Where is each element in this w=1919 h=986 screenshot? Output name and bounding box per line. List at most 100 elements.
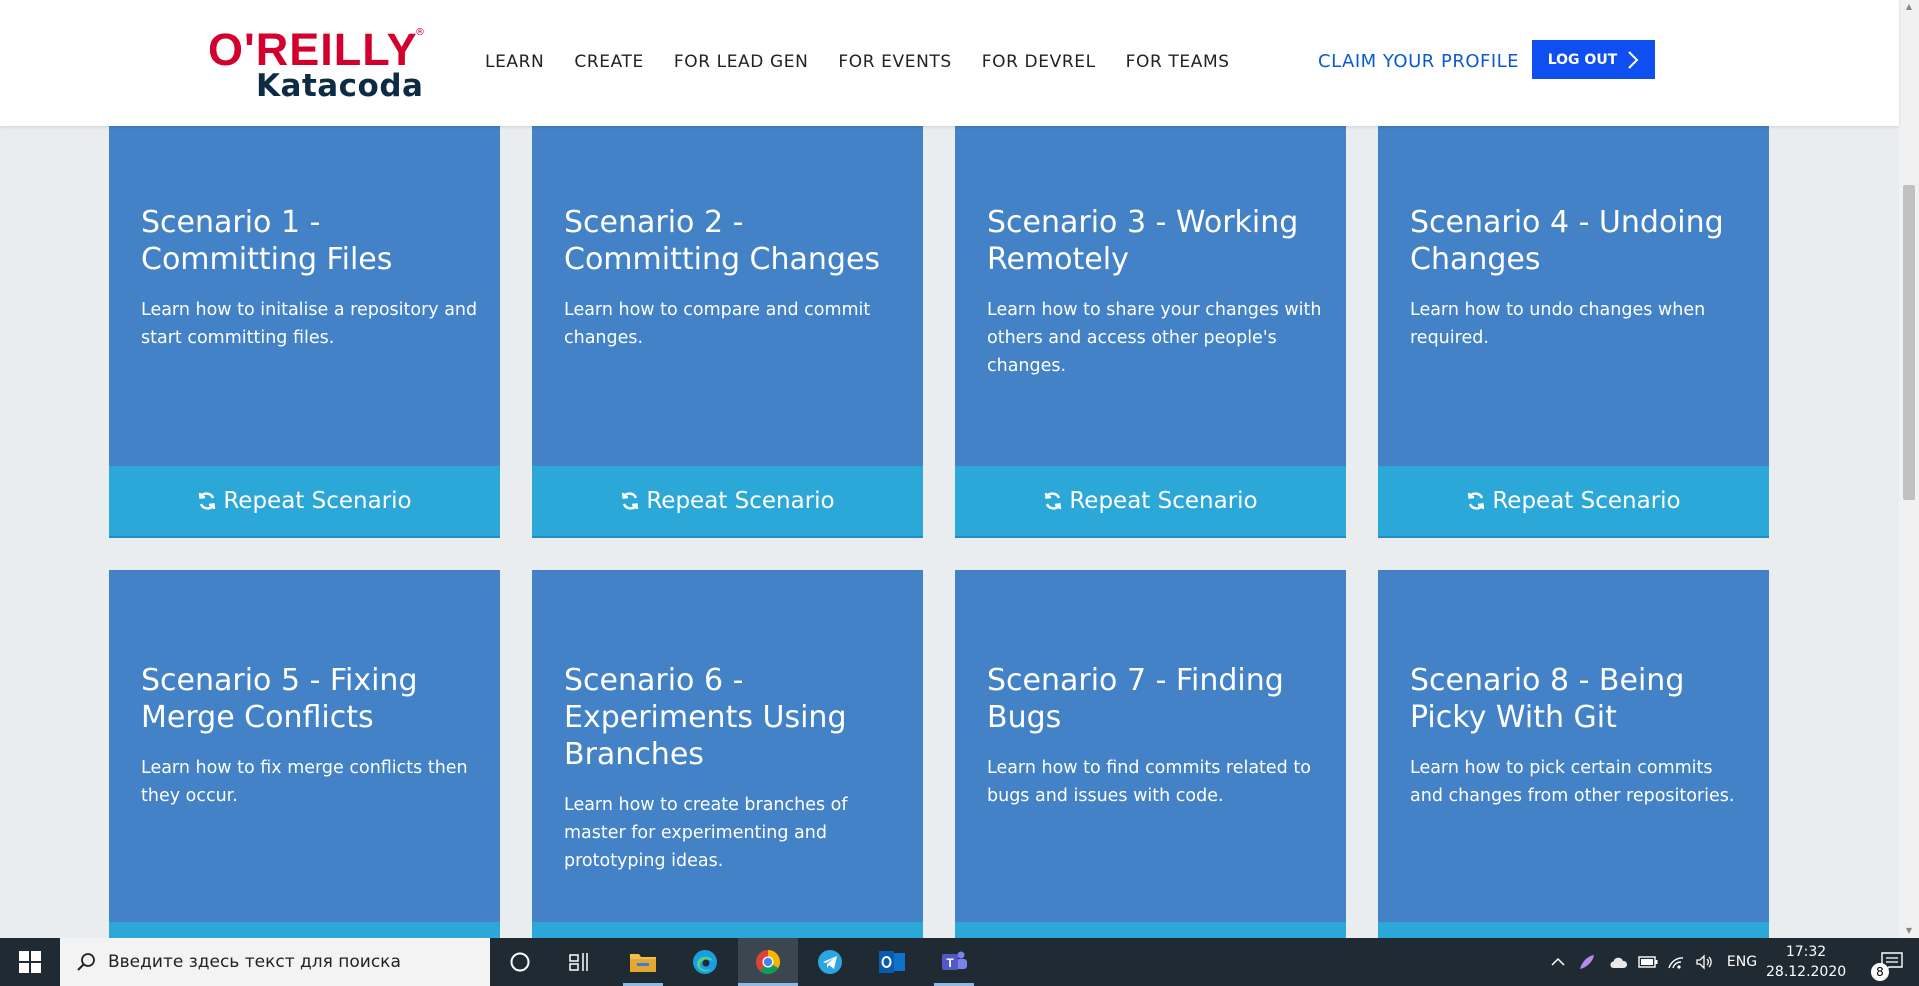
task-view-button[interactable] (550, 938, 610, 986)
scenario-title[interactable]: Scenario 8 - Being Picky With Git (1410, 662, 1750, 736)
folder-icon (630, 954, 656, 972)
battery-icon (1638, 956, 1658, 968)
taskbar-clock[interactable]: 17:32 28.12.2020 (1766, 942, 1846, 982)
scenario-description: Learn how to fix merge conflicts then th… (141, 758, 468, 806)
battery-tray[interactable] (1636, 938, 1660, 986)
scenario-description: Learn how to find commits related to bug… (987, 758, 1311, 806)
scenario-title[interactable]: Scenario 7 - Finding Bugs (987, 662, 1327, 736)
cortana-circle-icon (510, 952, 530, 972)
refresh-icon (622, 492, 639, 510)
refresh-icon (199, 492, 216, 510)
scroll-up-arrow-icon[interactable]: ▲ (1904, 2, 1914, 11)
repeat-scenario-label: Repeat Scenario (646, 488, 835, 514)
scenario-title[interactable]: Scenario 4 - Undoing Changes (1410, 204, 1750, 278)
notification-count-badge: 8 (1871, 963, 1889, 981)
chevron-right-icon (1628, 50, 1639, 69)
repeat-scenario-label: Repeat Scenario (223, 488, 412, 514)
repeat-scenario-button[interactable]: Repeat Scenario (1378, 466, 1769, 538)
windows-taskbar: Введите здесь текст для поиска T ENG 17:… (0, 938, 1919, 986)
main-nav: LEARN CREATE FOR LEAD GEN FOR EVENTS FOR… (485, 52, 1230, 72)
taskbar-search-box[interactable]: Введите здесь текст для поиска (60, 938, 490, 986)
volume-tray[interactable] (1692, 938, 1716, 986)
scenario-description: Learn how to pick certain commits and ch… (1410, 758, 1735, 806)
teams-app[interactable]: T (924, 938, 984, 986)
edge-browser-app[interactable] (675, 938, 735, 986)
repeat-scenario-label: Repeat Scenario (1069, 488, 1258, 514)
logout-button[interactable]: LOG OUT (1532, 40, 1655, 79)
start-scenario-button[interactable] (532, 922, 923, 938)
claim-profile-link[interactable]: CLAIM YOUR PROFILE (1318, 51, 1519, 72)
nav-create[interactable]: CREATE (574, 52, 643, 72)
scenario-title[interactable]: Scenario 2 - Committing Changes (564, 204, 904, 278)
scenario-description: Learn how to initalise a repository and … (141, 300, 478, 348)
start-scenario-button[interactable] (109, 922, 500, 938)
feather-app-tray[interactable] (1575, 938, 1599, 986)
nav-for-lead-gen[interactable]: FOR LEAD GEN (674, 52, 809, 72)
file-explorer-app[interactable] (613, 938, 673, 986)
svg-text:T: T (946, 956, 954, 970)
site-header: O'REILLY ® Katacoda LEARN CREATE FOR LEA… (0, 0, 1899, 126)
page-scrollbar[interactable]: ▲ ▼ (1899, 0, 1919, 938)
chrome-browser-app[interactable] (738, 938, 798, 986)
start-scenario-button[interactable] (955, 922, 1346, 938)
chevron-up-icon (1551, 957, 1565, 966)
repeat-scenario-label: Repeat Scenario (1492, 488, 1681, 514)
onedrive-tray[interactable] (1605, 938, 1631, 986)
scenario-title[interactable]: Scenario 1 - Committing Files (141, 204, 481, 278)
scenario-title[interactable]: Scenario 3 - Working Remotely (987, 204, 1327, 278)
refresh-icon (1045, 492, 1062, 510)
feather-icon (1580, 955, 1594, 969)
repeat-scenario-button[interactable]: Repeat Scenario (955, 466, 1346, 538)
windows-logo-icon (19, 951, 41, 973)
refresh-icon (1468, 492, 1485, 510)
cloud-icon (1610, 957, 1628, 968)
search-icon (77, 953, 95, 971)
telegram-app[interactable] (800, 938, 860, 986)
scenario-card-6[interactable]: Scenario 6 - Experiments Using Branches … (532, 570, 923, 938)
language-indicator[interactable]: ENG (1722, 938, 1762, 986)
repeat-scenario-button[interactable]: Repeat Scenario (109, 466, 500, 538)
scroll-down-arrow-icon[interactable]: ▼ (1904, 926, 1914, 935)
scenario-card-7[interactable]: Scenario 7 - Finding Bugs Learn how to f… (955, 570, 1346, 938)
edge-icon (693, 950, 717, 974)
clock-time: 17:32 (1785, 944, 1827, 960)
outlook-icon (879, 951, 905, 973)
windows-start-button[interactable] (0, 938, 60, 986)
scenario-card-4[interactable]: Scenario 4 - Undoing Changes Learn how t… (1378, 126, 1769, 538)
telegram-icon (818, 950, 842, 974)
logout-label: LOG OUT (1547, 51, 1618, 68)
wifi-tray[interactable] (1664, 938, 1688, 986)
nav-for-teams[interactable]: FOR TEAMS (1126, 52, 1230, 72)
scenario-description: Learn how to share your changes with oth… (987, 300, 1322, 376)
scenario-title[interactable]: Scenario 5 - Fixing Merge Conflicts (141, 662, 481, 736)
chrome-icon (756, 949, 780, 975)
logo-registered-mark: ® (415, 27, 425, 38)
cortana-button[interactable] (490, 938, 550, 986)
scenario-card-2[interactable]: Scenario 2 - Committing Changes Learn ho… (532, 126, 923, 538)
scenario-description: Learn how to undo changes when required. (1410, 300, 1706, 348)
nav-for-events[interactable]: FOR EVENTS (838, 52, 951, 72)
start-scenario-button[interactable] (1378, 922, 1769, 938)
clock-date: 28.12.2020 (1766, 964, 1847, 980)
outlook-app[interactable] (862, 938, 922, 986)
nav-learn[interactable]: LEARN (485, 52, 544, 72)
action-center-button[interactable] (1864, 938, 1919, 986)
search-placeholder: Введите здесь текст для поиска (108, 952, 401, 972)
scroll-thumb[interactable] (1903, 185, 1915, 500)
wifi-icon (1668, 957, 1684, 969)
nav-for-devrel[interactable]: FOR DEVREL (982, 52, 1096, 72)
scenario-description: Learn how to create branches of master f… (564, 795, 848, 871)
teams-icon: T (942, 951, 967, 970)
katacoda-logo[interactable]: O'REILLY ® Katacoda (208, 24, 428, 104)
speaker-icon (1696, 954, 1712, 970)
task-view-icon (569, 953, 588, 971)
show-hidden-icons-button[interactable] (1546, 938, 1570, 986)
scenario-card-8[interactable]: Scenario 8 - Being Picky With Git Learn … (1378, 570, 1769, 938)
scenario-title[interactable]: Scenario 6 - Experiments Using Branches (564, 662, 904, 773)
scenario-card-3[interactable]: Scenario 3 - Working Remotely Learn how … (955, 126, 1346, 538)
repeat-scenario-button[interactable]: Repeat Scenario (532, 466, 923, 538)
scenario-card-5[interactable]: Scenario 5 - Fixing Merge Conflicts Lear… (109, 570, 500, 938)
scenario-description: Learn how to compare and commit changes. (564, 300, 871, 348)
logo-katacoda-text: Katacoda (256, 68, 424, 104)
scenario-card-1[interactable]: Scenario 1 - Committing Files Learn how … (109, 126, 500, 538)
